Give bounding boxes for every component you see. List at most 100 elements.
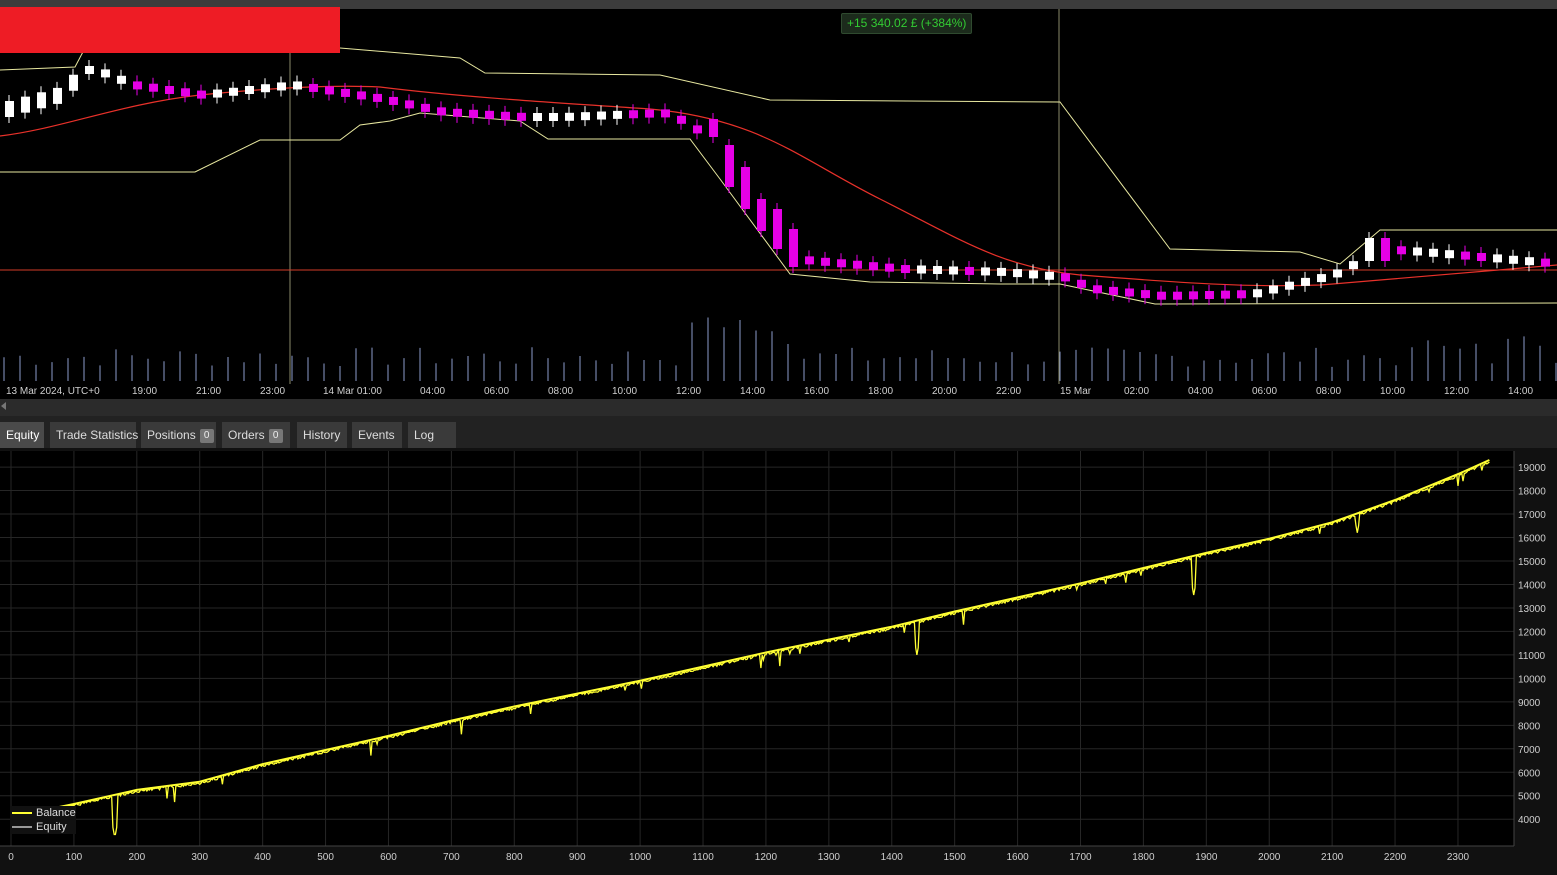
candle-body <box>1205 291 1214 299</box>
time-axis-label: 12:00 <box>1444 386 1469 397</box>
candle-body <box>1141 290 1150 299</box>
y-tick-label: 9000 <box>1518 698 1541 709</box>
candle-body <box>1381 238 1390 261</box>
tab-log[interactable]: Log <box>408 422 456 448</box>
x-tick-label: 1000 <box>629 852 652 863</box>
tab-trade-statistics[interactable]: Trade Statistics <box>50 422 139 448</box>
candle-body <box>517 112 526 121</box>
candle-body <box>101 69 110 78</box>
x-tick-label: 300 <box>191 852 208 863</box>
price-chart[interactable]: 13 Mar 2024, UTC+0 19:00 21:00 23:00 14 Mar … <box>0 9 1557 399</box>
time-axis-label: 08:00 <box>1316 386 1341 397</box>
candle-body <box>949 266 958 275</box>
tab-positions[interactable]: Positions 0 <box>141 422 216 448</box>
candle-body <box>165 86 174 94</box>
candle-body <box>1333 269 1342 278</box>
x-tick-label: 0 <box>8 852 14 863</box>
x-tick-label: 1800 <box>1132 852 1155 863</box>
x-tick-label: 700 <box>443 852 460 863</box>
candle-body <box>197 90 206 99</box>
y-tick-label: 10000 <box>1518 674 1546 685</box>
candle-body <box>1157 291 1166 300</box>
tab-label: Equity <box>6 428 40 442</box>
candle-body <box>1125 288 1134 297</box>
candle-body <box>453 108 462 117</box>
time-axis-label: 14:00 <box>740 386 765 397</box>
tab-orders[interactable]: Orders 0 <box>222 422 290 448</box>
candle-body <box>69 74 78 91</box>
candle-body <box>389 96 398 105</box>
candle-body <box>1237 290 1246 299</box>
candle-body <box>53 87 62 104</box>
candle-body <box>853 260 862 269</box>
scroll-left-arrow-icon[interactable] <box>1 402 6 410</box>
time-axis-label: 08:00 <box>548 386 573 397</box>
tab-equity[interactable]: Equity <box>0 422 44 448</box>
candle-body <box>837 259 846 268</box>
x-tick-label: 2100 <box>1321 852 1344 863</box>
candle-body <box>693 125 702 134</box>
candle-body <box>421 103 430 112</box>
candle-body <box>997 267 1006 276</box>
candle-body <box>1173 291 1182 300</box>
candle-body <box>261 84 270 93</box>
candle-body <box>869 262 878 271</box>
y-tick-label: 8000 <box>1518 721 1541 732</box>
tab-label: Positions <box>147 428 196 442</box>
candle-body <box>645 109 654 118</box>
candle-body <box>741 167 750 209</box>
time-axis-label: 13 Mar 2024, UTC+0 <box>6 386 100 397</box>
equity-panel: 4000 5000 6000 7000 8000 9000 10000 11000 12000 1… <box>0 448 1557 875</box>
y-tick-label: 7000 <box>1518 745 1541 756</box>
time-axis-label: 14 Mar 01:00 <box>323 386 382 397</box>
positions-count-badge: 0 <box>199 429 214 443</box>
time-axis-label: 16:00 <box>804 386 829 397</box>
candle-body <box>821 257 830 266</box>
candle-body <box>1509 255 1518 264</box>
x-tick-label: 100 <box>66 852 83 863</box>
candle-body <box>1493 254 1502 263</box>
time-axis-label: 18:00 <box>868 386 893 397</box>
candle-body <box>1397 246 1406 255</box>
x-tick-label: 2200 <box>1384 852 1407 863</box>
candle-body <box>933 265 942 274</box>
candle-body <box>501 111 510 120</box>
tab-history[interactable]: History <box>297 422 347 448</box>
candle-body <box>805 256 814 265</box>
y-tick-label: 16000 <box>1518 534 1546 545</box>
equity-chart[interactable]: 4000500060007000800090001000011000120001… <box>0 448 1557 875</box>
tab-events[interactable]: Events <box>352 422 402 448</box>
candle-body <box>677 115 686 124</box>
time-axis-label: 04:00 <box>420 386 445 397</box>
candle-body <box>1029 270 1038 279</box>
time-axis-label: 23:00 <box>260 386 285 397</box>
chart-horizontal-scrollbar[interactable] <box>0 399 1557 416</box>
time-axis-label: 22:00 <box>996 386 1021 397</box>
tab-label: Trade Statistics <box>56 428 139 442</box>
candle-body <box>917 265 926 274</box>
candle-body <box>629 110 638 119</box>
candle-body <box>325 86 334 95</box>
time-axis-label: 04:00 <box>1188 386 1213 397</box>
candle-body <box>133 81 142 90</box>
candle-body <box>405 100 414 109</box>
candle-body <box>117 75 126 84</box>
candle-body <box>789 229 798 267</box>
y-tick-label: 19000 <box>1518 463 1546 474</box>
candle-body <box>709 119 718 137</box>
time-axis-label: 21:00 <box>196 386 221 397</box>
y-tick-label: 13000 <box>1518 604 1546 615</box>
x-tick-label: 1600 <box>1006 852 1029 863</box>
x-tick-label: 1900 <box>1195 852 1218 863</box>
candle-body <box>965 266 974 275</box>
x-tick-label: 1100 <box>692 852 714 863</box>
x-tick-label: 400 <box>254 852 271 863</box>
candle-body <box>1013 269 1022 278</box>
candle-body <box>1109 286 1118 295</box>
pnl-badge: +15 340.02 £ (+384%) <box>841 13 973 34</box>
candle-body <box>341 88 350 97</box>
candle-body <box>277 82 286 91</box>
candle-body <box>597 111 606 120</box>
candle-body <box>149 83 158 92</box>
y-tick-label: 18000 <box>1518 487 1546 498</box>
